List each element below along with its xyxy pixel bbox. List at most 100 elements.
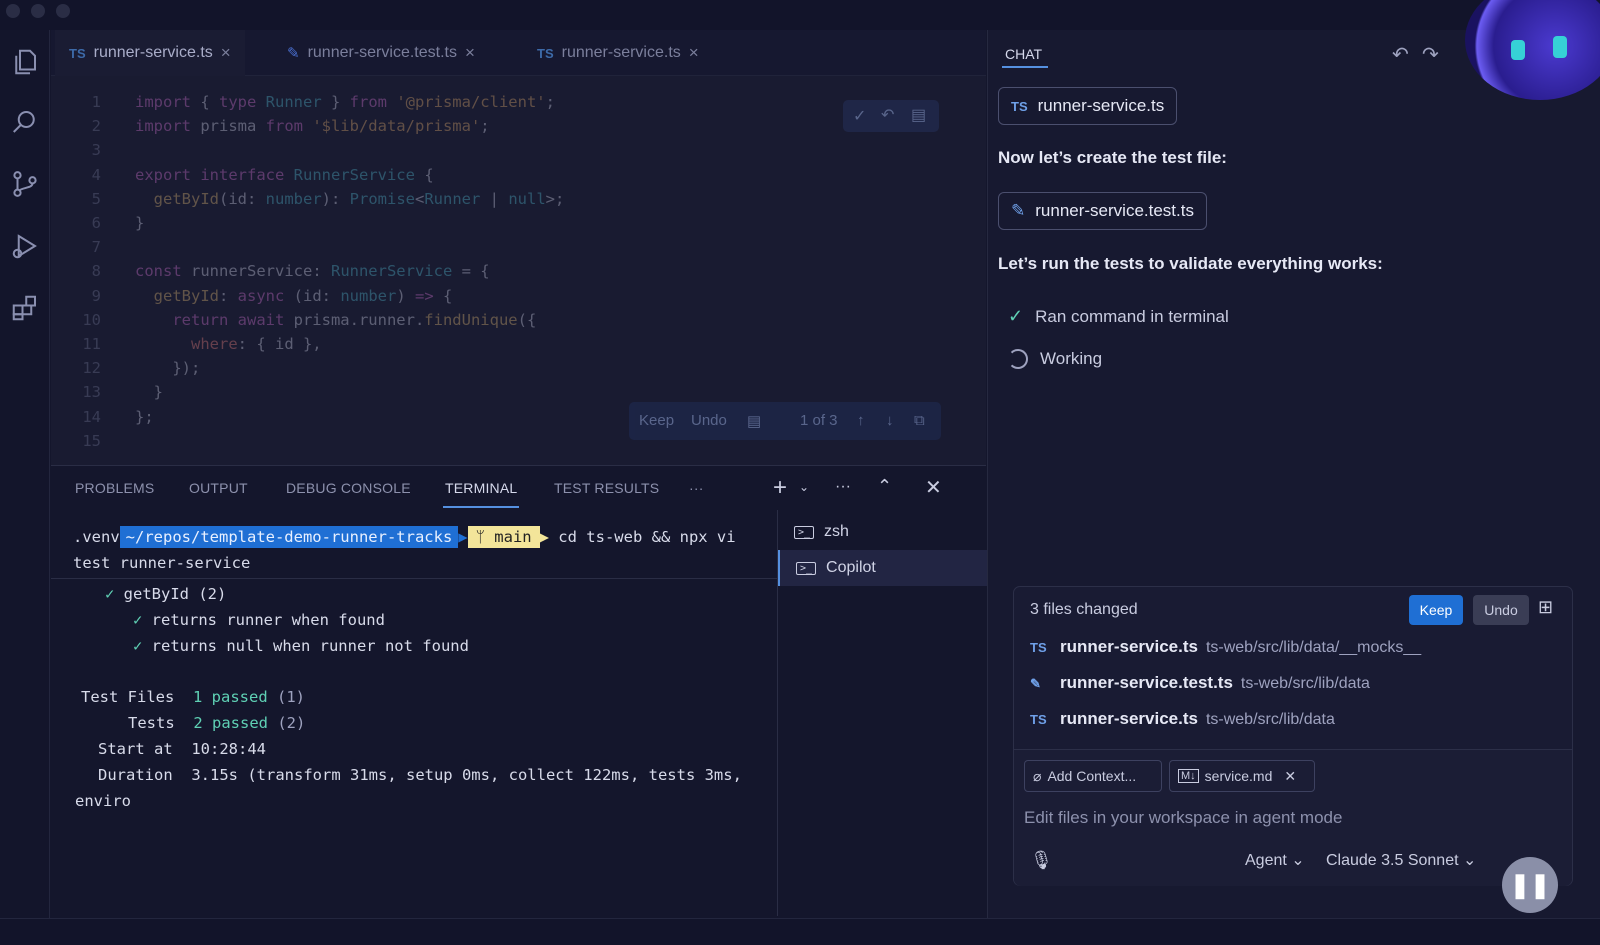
check-icon: ✓ [133, 637, 152, 655]
summary-start: Start at 10:28:44 [98, 740, 266, 758]
more-tabs-button[interactable]: ··· [689, 480, 704, 496]
activity-bar [0, 30, 50, 918]
app-window: TS runner-service.ts × ✎ runner-service.… [0, 0, 1600, 945]
tab-debug-console[interactable]: DEBUG CONSOLE [286, 480, 411, 496]
changed-file[interactable]: TS runner-service.ts ts-web/src/lib/data… [1030, 637, 1421, 657]
spinner-icon [1008, 349, 1028, 369]
tab-runner-service[interactable]: TS runner-service.ts × [55, 30, 245, 76]
summary-label: Test Files [81, 688, 175, 706]
code-line: }; [135, 407, 154, 426]
summary-count: (1) [277, 688, 305, 706]
progress-step: Working [1008, 349, 1102, 369]
editor-tabs: TS runner-service.ts × ✎ runner-service.… [51, 30, 986, 76]
changes-title: 3 files changed [1030, 601, 1138, 618]
terminal-item-copilot[interactable]: >_ Copilot [778, 550, 987, 586]
keep-button[interactable]: Keep [1409, 595, 1463, 625]
diff-review-bar: Keep Undo ▤ 1 of 3 ↑ ↓ ⧉ [629, 402, 941, 440]
summary-value: 2 passed [193, 714, 268, 732]
markdown-icon: M↓ [1178, 769, 1199, 783]
close-panel-icon[interactable]: ✕ [925, 475, 942, 500]
arrow-down-icon[interactable]: ↓ [886, 412, 894, 429]
model-select[interactable]: Claude 3.5 Sonnet ⌄ [1326, 850, 1476, 870]
add-context-button[interactable]: ⌀ Add Context... [1024, 760, 1162, 792]
terminal-item-zsh[interactable]: >_ zsh [778, 514, 987, 550]
tab-runner-service-2[interactable]: TS runner-service.ts × [523, 30, 713, 76]
undo-button[interactable]: Undo [1473, 595, 1529, 625]
file-name: runner-service.test.ts [1060, 673, 1233, 692]
summary-count: (2) [277, 714, 306, 732]
arrow-up-icon[interactable]: ↑ [857, 412, 865, 429]
typescript-icon: TS [1030, 712, 1047, 727]
run-debug-icon[interactable] [5, 226, 45, 266]
maximize-window-button[interactable] [56, 4, 70, 18]
new-terminal-icon[interactable]: + [773, 474, 787, 502]
diff-file-icon[interactable]: ▤ [747, 412, 761, 430]
attachment-chip[interactable]: M↓ service.md ✕ [1169, 760, 1315, 792]
line-number: 1 [91, 93, 101, 111]
typescript-icon: TS [1011, 98, 1028, 114]
microphone-icon[interactable]: 🎙 [1030, 850, 1053, 871]
terminal-icon: >_ [794, 525, 815, 539]
pause-button[interactable]: ❚❚ [1502, 857, 1558, 913]
prompt-line: .venv ~/repos/template-demo-runner-tracks… [73, 526, 736, 548]
minimize-window-button[interactable] [31, 4, 45, 18]
code-line: export interface RunnerService { [135, 165, 434, 184]
tab-terminal[interactable]: TERMINAL [442, 480, 520, 508]
chat-input-field[interactable]: Edit files in your workspace in agent mo… [1024, 808, 1342, 828]
redo-icon[interactable]: ↷ [1422, 42, 1439, 67]
file-chip-label: runner-service.test.ts [1035, 201, 1194, 220]
search-icon[interactable] [5, 102, 45, 142]
summary-files: Test Files 1 passed (1) [81, 688, 305, 706]
open-diff-icon[interactable]: ⧉ [914, 412, 925, 429]
close-icon[interactable]: × [689, 43, 699, 63]
changed-file[interactable]: TS runner-service.ts ts-web/src/lib/data [1030, 709, 1335, 729]
extensions-icon[interactable] [5, 288, 45, 328]
summary-duration: Duration 3.15s (transform 31ms, setup 0m… [98, 766, 742, 784]
test-result: ✓ returns runner when found [133, 611, 385, 629]
close-window-button[interactable] [6, 4, 20, 18]
line-number: 2 [91, 117, 101, 136]
line-number: 9 [91, 286, 101, 305]
summary-detail: (transform 31ms, setup 0ms, collect 122m… [247, 766, 742, 784]
view-diff-icon[interactable]: ⊞ [1538, 597, 1553, 618]
file-chip[interactable]: TS runner-service.ts [998, 87, 1178, 125]
explorer-icon[interactable] [5, 42, 45, 82]
code-line: getById: async (id: number) => { [135, 286, 453, 305]
undo-icon[interactable]: ↶ [1392, 42, 1409, 67]
close-icon[interactable]: ✕ [1284, 768, 1296, 785]
test-name: returns runner when found [151, 611, 385, 629]
line-number: 8 [91, 262, 101, 281]
keep-button[interactable]: Keep [639, 412, 674, 429]
more-actions-icon[interactable]: ··· [835, 478, 851, 496]
summary-value: 1 passed [193, 688, 268, 706]
chat-message: Let’s run the tests to validate everythi… [998, 254, 1383, 273]
step-label: Working [1040, 349, 1103, 368]
summary-tests: Tests 2 passed (2) [128, 714, 305, 732]
undo-icon[interactable]: ↶ [881, 105, 894, 125]
tab-output[interactable]: OUTPUT [189, 480, 248, 496]
mode-select[interactable]: Agent ⌄ [1245, 850, 1305, 870]
source-control-icon[interactable] [5, 164, 45, 204]
diff-file-icon[interactable]: ▤ [911, 105, 926, 125]
model-label: Claude 3.5 Sonnet [1326, 852, 1459, 869]
changed-file[interactable]: ✎ runner-service.test.ts ts-web/src/lib/… [1030, 673, 1370, 693]
command-wrap: test runner-service [73, 554, 251, 572]
summary-value: 10:28:44 [191, 740, 266, 758]
chat-tab-indicator [1002, 66, 1048, 68]
line-number: 7 [91, 238, 101, 257]
status-bar [0, 918, 1600, 945]
undo-button[interactable]: Undo [691, 412, 727, 429]
tab-test-results[interactable]: TEST RESULTS [554, 480, 659, 496]
tab-problems[interactable]: PROBLEMS [75, 480, 154, 496]
chevron-down-icon[interactable]: ⌄ [799, 480, 809, 494]
terminal-label: Copilot [826, 559, 876, 576]
file-chip[interactable]: ✎ runner-service.test.ts [998, 192, 1207, 230]
line-number: 4 [91, 165, 101, 184]
maximize-panel-icon[interactable]: ⌃ [877, 476, 892, 497]
tab-runner-service-test[interactable]: ✎ runner-service.test.ts × [273, 30, 489, 76]
file-path: ts-web/src/lib/data [1205, 711, 1335, 728]
close-icon[interactable]: × [465, 43, 475, 63]
accept-icon[interactable]: ✓ [853, 106, 866, 126]
close-icon[interactable]: × [221, 43, 231, 63]
terminal-output[interactable]: .venv ~/repos/template-demo-runner-tracks… [51, 516, 777, 916]
